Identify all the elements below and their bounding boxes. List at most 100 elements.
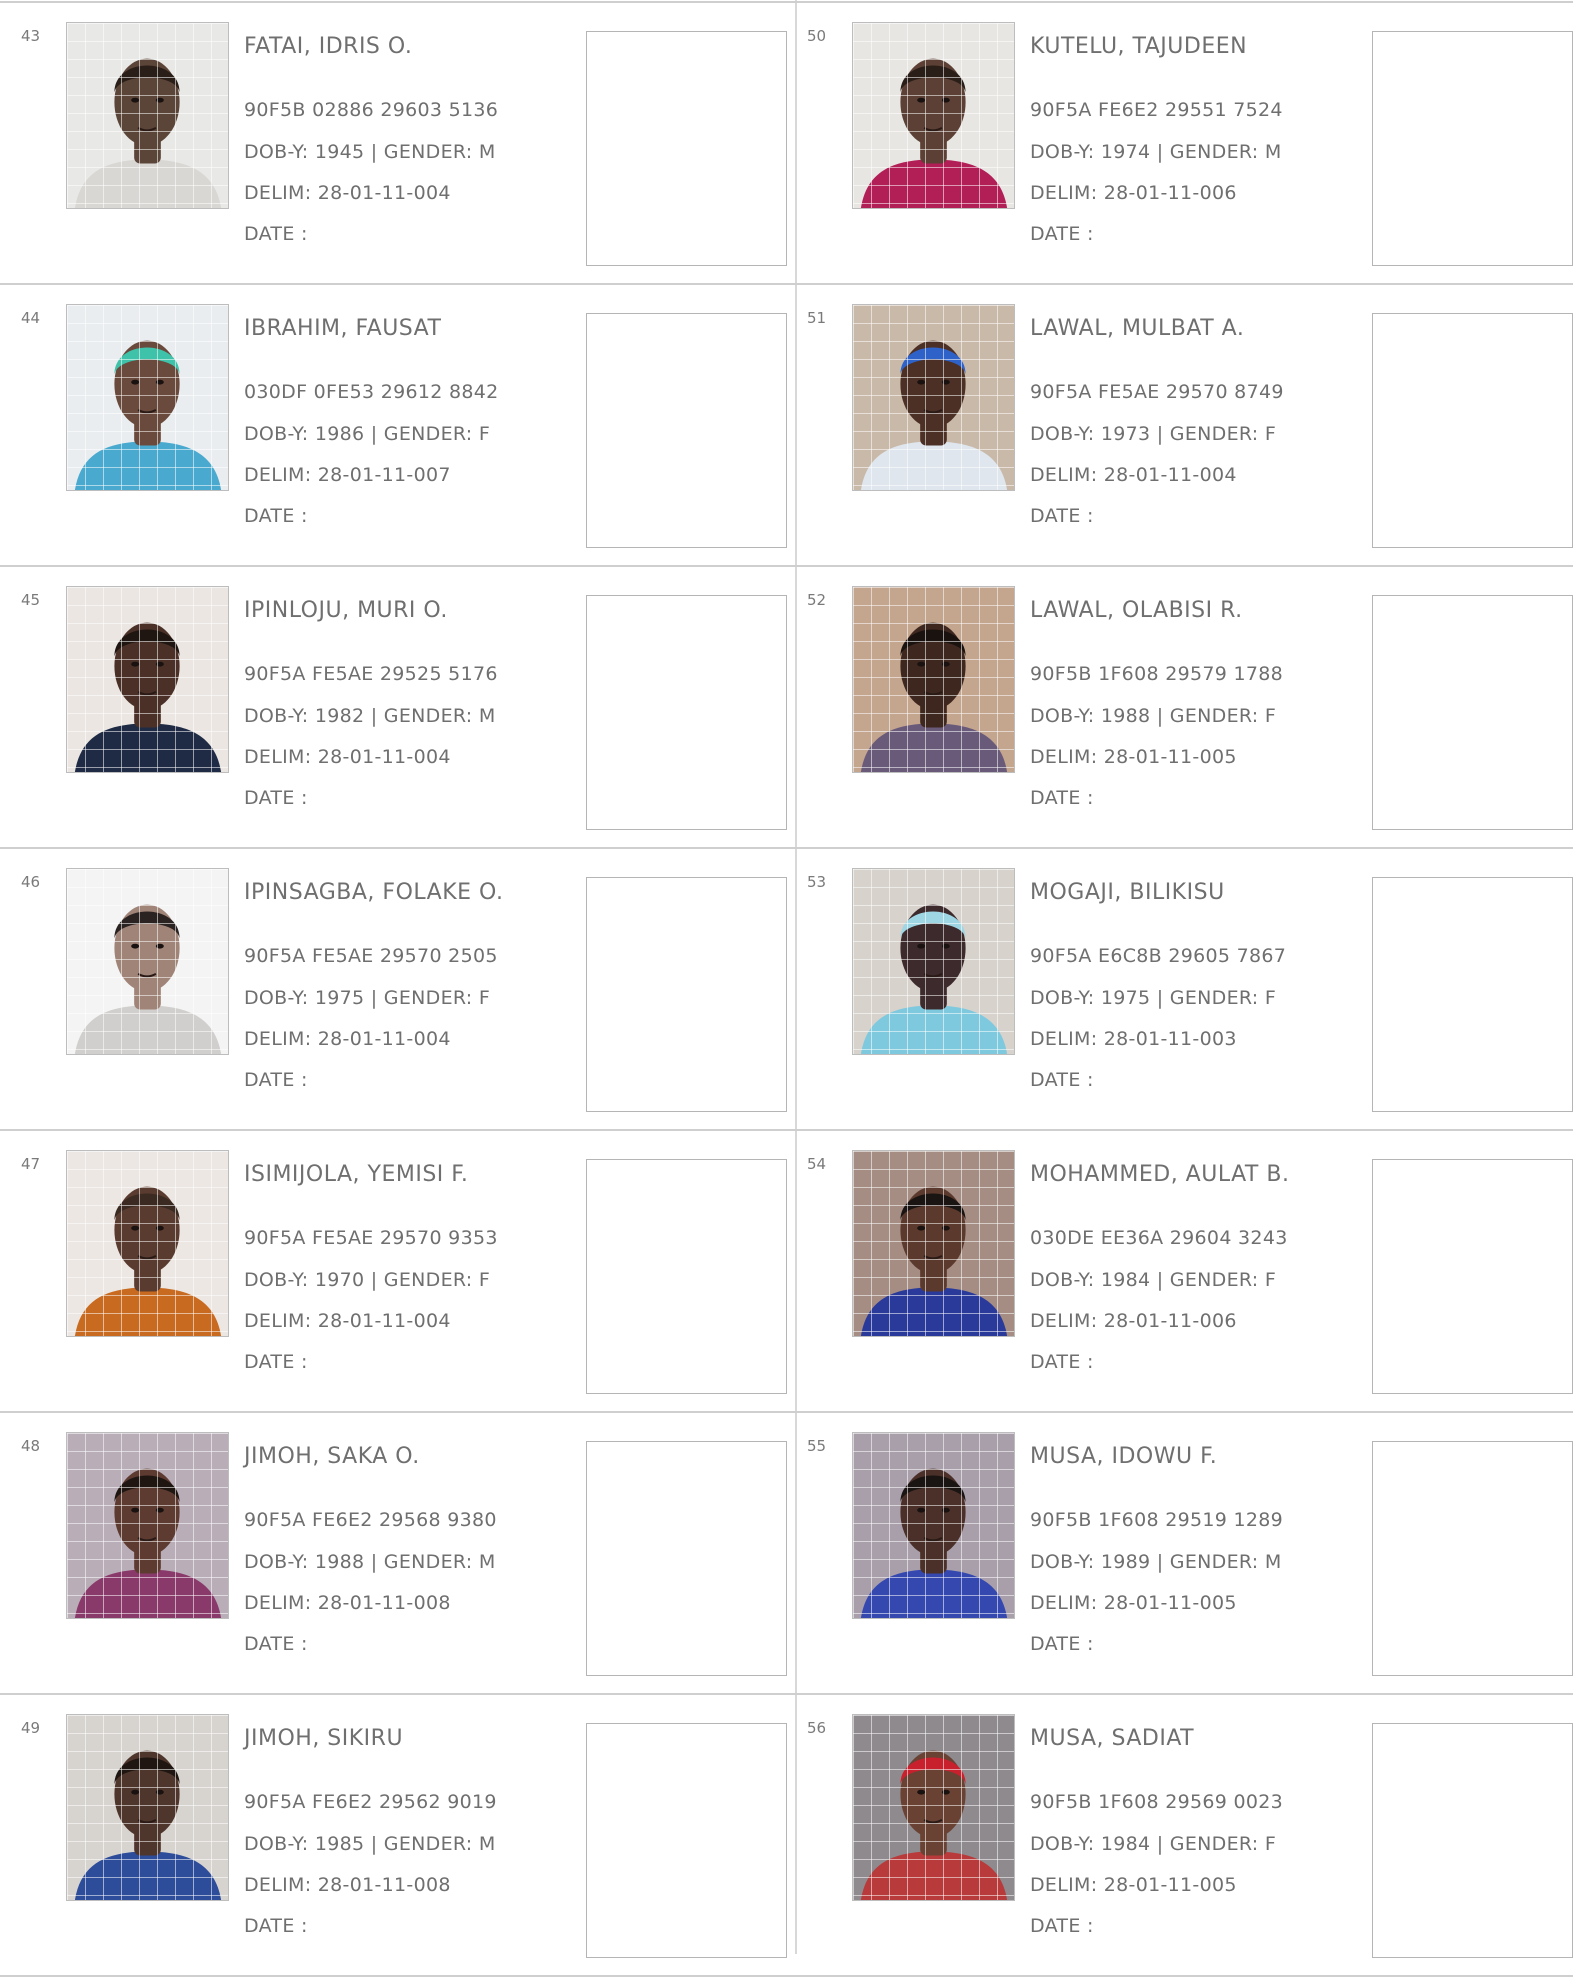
vin-code: 90F5A FE5AE 29570 2505	[244, 945, 498, 967]
delim-label: DELIM:	[1030, 746, 1098, 768]
gender-label: | GENDER:	[370, 1833, 473, 1855]
date-label: DATE :	[1030, 505, 1094, 527]
photo-watermark-grid	[853, 1151, 1014, 1336]
gender-label: | GENDER:	[370, 987, 473, 1009]
gender-value: F	[1264, 705, 1277, 727]
dob-value: 1945	[314, 141, 365, 163]
vin-code: 90F5B 1F608 29519 1289	[1030, 1509, 1284, 1531]
dob-gender-line: DOB-Y: 1985 | GENDER: M	[244, 1833, 496, 1855]
photo-watermark-grid	[67, 587, 228, 772]
dob-value: 1975	[314, 987, 365, 1009]
photo-watermark-grid	[67, 869, 228, 1054]
delim-line: DELIM: 28-01-11-006	[1030, 1310, 1237, 1332]
voter-photo	[852, 304, 1015, 491]
date-label: DATE :	[244, 1351, 308, 1373]
date-label: DATE :	[1030, 1633, 1094, 1655]
delim-label: DELIM:	[244, 1592, 312, 1614]
delim-label: DELIM:	[244, 464, 312, 486]
dob-gender-line: DOB-Y: 1982 | GENDER: M	[244, 705, 496, 727]
delim-value: 28-01-11-006	[1103, 1310, 1237, 1332]
gender-label: | GENDER:	[1156, 1551, 1259, 1573]
date-line: DATE :	[244, 1633, 308, 1655]
vin-code: 90F5A FE6E2 29551 7524	[1030, 99, 1283, 121]
dob-value: 1982	[314, 705, 365, 727]
delim-label: DELIM:	[244, 1028, 312, 1050]
signature-box[interactable]	[1372, 595, 1573, 830]
gender-value: F	[1264, 1833, 1277, 1855]
voter-entry: 43 FATAI, IDRIS O. 90F5B 02886 29603 513…	[0, 2, 795, 284]
vin-code: 90F5A E6C8B 29605 7867	[1030, 945, 1287, 967]
gender-label: | GENDER:	[370, 423, 473, 445]
dob-label: DOB-Y:	[1030, 1269, 1095, 1291]
signature-box[interactable]	[1372, 31, 1573, 266]
signature-box[interactable]	[1372, 877, 1573, 1112]
date-line: DATE :	[244, 1915, 308, 1937]
date-label: DATE :	[1030, 787, 1094, 809]
delim-label: DELIM:	[244, 746, 312, 768]
dob-gender-line: DOB-Y: 1989 | GENDER: M	[1030, 1551, 1282, 1573]
dob-label: DOB-Y:	[244, 1551, 309, 1573]
date-line: DATE :	[1030, 787, 1094, 809]
delim-label: DELIM:	[1030, 464, 1098, 486]
signature-box[interactable]	[1372, 313, 1573, 548]
delim-line: DELIM: 28-01-11-007	[244, 464, 451, 486]
signature-box[interactable]	[586, 313, 787, 548]
gender-label: | GENDER:	[370, 1551, 473, 1573]
entry-number: 54	[807, 1155, 827, 1173]
signature-box[interactable]	[586, 595, 787, 830]
photo-watermark-grid	[67, 1151, 228, 1336]
voter-photo	[66, 22, 229, 209]
voter-photo	[66, 586, 229, 773]
date-label: DATE :	[244, 787, 308, 809]
gender-label: | GENDER:	[370, 1269, 473, 1291]
date-line: DATE :	[1030, 1915, 1094, 1937]
voter-name: IBRAHIM, FAUSAT	[244, 316, 442, 341]
signature-box[interactable]	[1372, 1723, 1573, 1958]
dob-value: 1989	[1100, 1551, 1151, 1573]
dob-value: 1975	[1100, 987, 1151, 1009]
voter-name: IPINSAGBA, FOLAKE O.	[244, 880, 504, 905]
dob-gender-line: DOB-Y: 1984 | GENDER: F	[1030, 1833, 1276, 1855]
signature-box[interactable]	[1372, 1159, 1573, 1394]
dob-value: 1984	[1100, 1269, 1151, 1291]
dob-label: DOB-Y:	[244, 1833, 309, 1855]
voter-entry: 48 JIMOH, SAKA O. 90F5A FE6E2 29568 9380…	[0, 1412, 795, 1694]
signature-box[interactable]	[586, 31, 787, 266]
gender-value: F	[478, 987, 491, 1009]
delim-line: DELIM: 28-01-11-004	[1030, 464, 1237, 486]
dob-gender-line: DOB-Y: 1974 | GENDER: M	[1030, 141, 1282, 163]
entry-number: 53	[807, 873, 827, 891]
delim-label: DELIM:	[1030, 1592, 1098, 1614]
entry-number: 45	[21, 591, 41, 609]
voter-name: MUSA, IDOWU F.	[1030, 1444, 1218, 1469]
date-line: DATE :	[1030, 1351, 1094, 1373]
signature-box[interactable]	[586, 1723, 787, 1958]
delim-line: DELIM: 28-01-11-003	[1030, 1028, 1237, 1050]
voter-name: IPINLOJU, MURI O.	[244, 598, 448, 623]
vin-code: 90F5A FE5AE 29570 9353	[244, 1227, 498, 1249]
photo-watermark-grid	[853, 1715, 1014, 1900]
gender-value: F	[478, 1269, 491, 1291]
delim-label: DELIM:	[244, 182, 312, 204]
date-label: DATE :	[1030, 1069, 1094, 1091]
dob-label: DOB-Y:	[1030, 705, 1095, 727]
date-label: DATE :	[244, 1633, 308, 1655]
voter-entry: 53 MOGAJI, BILIKISU 90F5A E6C8B 29605 78…	[786, 848, 1573, 1130]
gender-value: M	[478, 1833, 496, 1855]
photo-watermark-grid	[853, 869, 1014, 1054]
dob-label: DOB-Y:	[1030, 1551, 1095, 1573]
voter-name: MUSA, SADIAT	[1030, 1726, 1195, 1751]
voter-entry: 50 KUTELU, TAJUDEEN 90F5A FE6E2 29551 75…	[786, 2, 1573, 284]
signature-box[interactable]	[586, 877, 787, 1112]
voter-entry: 45 IPINLOJU, MURI O. 90F5A FE5AE 29525 5…	[0, 566, 795, 848]
signature-box[interactable]	[586, 1159, 787, 1394]
date-label: DATE :	[1030, 1351, 1094, 1373]
signature-box[interactable]	[1372, 1441, 1573, 1676]
gender-value: F	[478, 423, 491, 445]
delim-line: DELIM: 28-01-11-004	[244, 1310, 451, 1332]
signature-box[interactable]	[586, 1441, 787, 1676]
delim-line: DELIM: 28-01-11-004	[244, 182, 451, 204]
photo-watermark-grid	[67, 1715, 228, 1900]
photo-watermark-grid	[853, 587, 1014, 772]
gender-value: F	[1264, 987, 1277, 1009]
